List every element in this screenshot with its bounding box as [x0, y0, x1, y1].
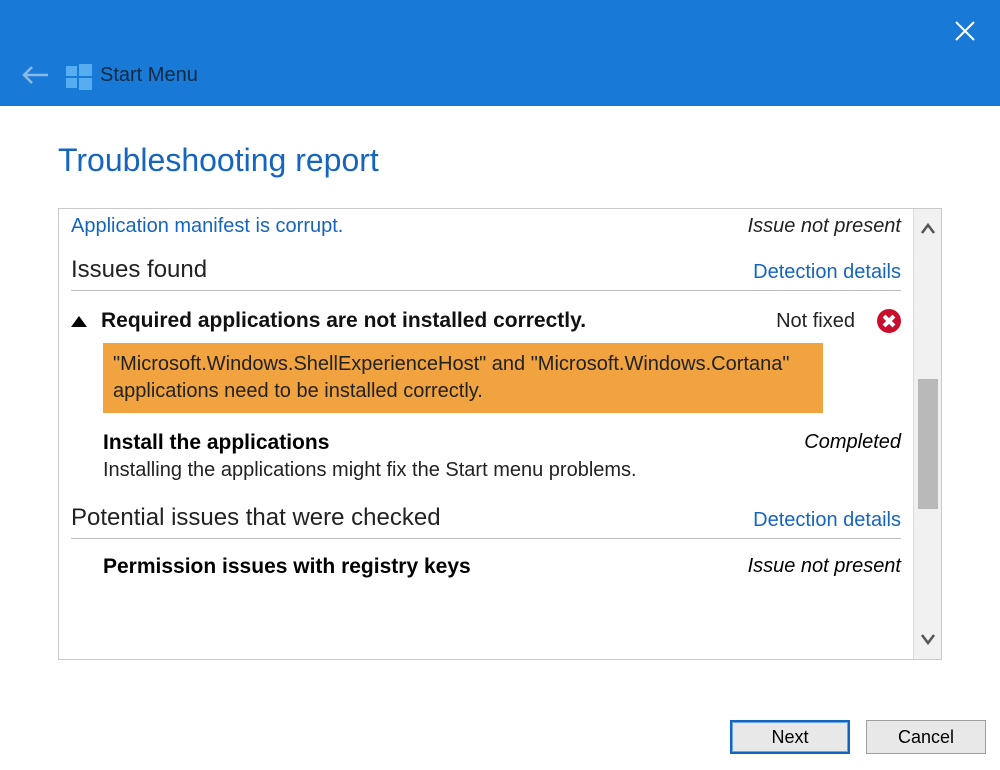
- fix-description: Installing the applications might fix th…: [103, 459, 901, 482]
- scroll-up-icon[interactable]: [914, 215, 942, 243]
- prior-issue-row: Application manifest is corrupt. Issue n…: [71, 209, 901, 252]
- potential-item-row: Permission issues with registry keys Iss…: [103, 539, 901, 579]
- prior-issue-status: Issue not present: [748, 215, 901, 238]
- fix-row: Install the applications Completed: [103, 431, 901, 455]
- fix-status: Completed: [804, 431, 901, 455]
- issue-detail-highlight: "Microsoft.Windows.ShellExperienceHost" …: [103, 343, 823, 413]
- issues-found-heading: Issues found: [71, 256, 207, 284]
- close-icon[interactable]: [954, 18, 976, 49]
- potential-heading: Potential issues that were checked: [71, 504, 441, 532]
- next-button[interactable]: Next: [730, 720, 850, 754]
- error-icon: [877, 309, 901, 333]
- issue-row[interactable]: Required applications are not installed …: [71, 291, 901, 343]
- issue-title: Required applications are not installed …: [101, 309, 776, 333]
- page-title: Troubleshooting report: [58, 142, 379, 179]
- issue-status: Not fixed: [776, 310, 855, 333]
- scroll-thumb[interactable]: [918, 379, 938, 509]
- app-title: Start Menu: [100, 64, 198, 87]
- back-arrow-icon[interactable]: [22, 64, 48, 92]
- windows-logo-icon: [66, 64, 92, 90]
- cancel-button[interactable]: Cancel: [866, 720, 986, 754]
- scrollbar[interactable]: [913, 209, 941, 659]
- fix-title: Install the applications: [103, 431, 329, 455]
- detection-details-link[interactable]: Detection details: [753, 261, 901, 284]
- potential-details-link[interactable]: Detection details: [753, 509, 901, 532]
- button-bar: Next Cancel: [730, 720, 986, 754]
- title-bar: Start Menu: [0, 0, 1000, 106]
- report-content: Application manifest is corrupt. Issue n…: [59, 209, 913, 659]
- issues-found-header: Issues found Detection details: [71, 252, 901, 291]
- collapse-caret-icon[interactable]: [71, 316, 87, 327]
- prior-issue-label: Application manifest is corrupt.: [71, 215, 343, 238]
- potential-item-title: Permission issues with registry keys: [103, 555, 471, 579]
- report-pane: Application manifest is corrupt. Issue n…: [58, 208, 942, 660]
- scroll-down-icon[interactable]: [914, 625, 942, 653]
- potential-header: Potential issues that were checked Detec…: [71, 500, 901, 539]
- potential-item-status: Issue not present: [748, 555, 901, 579]
